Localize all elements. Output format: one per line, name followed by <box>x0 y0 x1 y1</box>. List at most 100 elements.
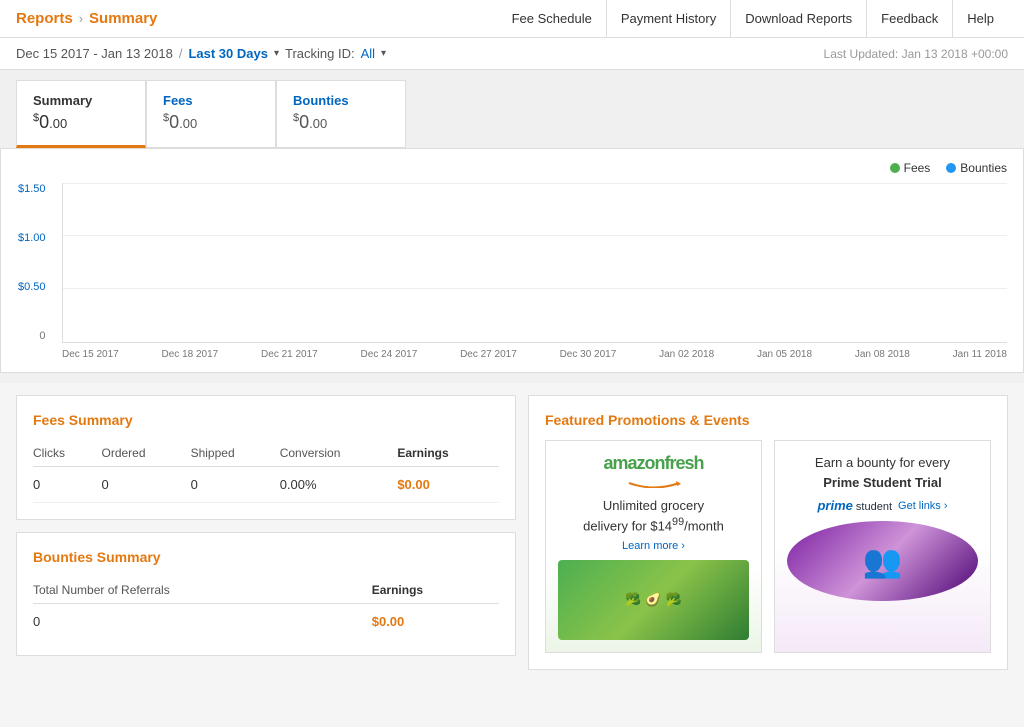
summary-cents: .00 <box>49 116 67 131</box>
summary-card-fees-label: Fees <box>163 93 259 108</box>
y-label-0: 0 <box>18 330 52 342</box>
amazonfresh-learn-more[interactable]: Learn more › <box>622 540 685 552</box>
fees-cents: .00 <box>179 116 197 131</box>
summary-whole: 0 <box>39 112 49 132</box>
x-label-7: Jan 05 2018 <box>757 349 812 360</box>
bounties-whole: 0 <box>299 112 309 132</box>
tracking-dropdown-arrow[interactable]: ▾ <box>381 48 386 59</box>
help-link[interactable]: Help <box>952 0 1008 38</box>
legend-bounties: Bounties <box>946 161 1007 175</box>
cell-referrals: 0 <box>33 604 372 640</box>
fees-summary-title: Fees Summary <box>33 412 499 428</box>
y-label-150: $1.50 <box>18 183 52 195</box>
bounties-summary-title: Bounties Summary <box>33 549 499 565</box>
date-dropdown-arrow[interactable]: ▾ <box>274 48 279 59</box>
chart-y-axis: $1.50 $1.00 $0.50 0 <box>18 183 52 342</box>
summary-card-summary-value: $0.00 <box>33 112 129 133</box>
feedback-link[interactable]: Feedback <box>866 0 952 38</box>
filter-bar: Dec 15 2017 - Jan 13 2018 / Last 30 Days… <box>0 38 1024 70</box>
people-icon: 👥 <box>863 542 903 580</box>
x-label-5: Dec 30 2017 <box>560 349 617 360</box>
summary-card-summary[interactable]: Summary $0.00 <box>16 80 146 148</box>
x-label-1: Dec 18 2017 <box>162 349 219 360</box>
bounties-legend-label: Bounties <box>960 161 1007 175</box>
cell-earnings: $0.00 <box>397 467 499 503</box>
left-panel: Fees Summary Clicks Ordered Shipped Conv… <box>16 395 516 670</box>
bounties-legend-dot <box>946 163 956 173</box>
prime-student-logo: prime student <box>817 498 892 513</box>
cell-ordered: 0 <box>101 467 190 503</box>
download-reports-link[interactable]: Download Reports <box>730 0 866 38</box>
cell-clicks: 0 <box>33 467 101 503</box>
summary-cards: Summary $0.00 Fees $0.00 Bounties $0.00 <box>16 80 1008 148</box>
x-label-8: Jan 08 2018 <box>855 349 910 360</box>
fee-schedule-link[interactable]: Fee Schedule <box>498 0 606 38</box>
chart-svg <box>63 183 1007 342</box>
summary-card-bounties-value: $0.00 <box>293 112 389 133</box>
x-label-3: Dec 24 2017 <box>361 349 418 360</box>
prime-line2: Prime Student Trial <box>823 475 941 490</box>
summary-card-bounties[interactable]: Bounties $0.00 <box>276 80 406 148</box>
col-bounties-earnings: Earnings <box>372 577 499 604</box>
legend-fees: Fees <box>890 161 931 175</box>
tracking-id-label: Tracking ID: <box>285 46 355 61</box>
col-earnings: Earnings <box>397 440 499 467</box>
featured-title: Featured Promotions & Events <box>545 412 991 428</box>
payment-history-link[interactable]: Payment History <box>606 0 730 38</box>
chart-x-axis: Dec 15 2017 Dec 18 2017 Dec 21 2017 Dec … <box>62 349 1007 360</box>
fees-data-row: 0 0 0 0.00% $0.00 <box>33 467 499 503</box>
fees-legend-dot <box>890 163 900 173</box>
cell-shipped: 0 <box>191 467 280 503</box>
main-content: Fees Summary Clicks Ordered Shipped Conv… <box>0 383 1024 682</box>
promo-amazonfresh: amazonfresh Unlimited grocerydelivery fo… <box>545 440 762 653</box>
prime-student-logo-area: prime student Get links › <box>817 498 947 513</box>
bounties-cents: .00 <box>309 116 327 131</box>
amazonfresh-image: 🥦 🥑 🥦 <box>558 560 749 640</box>
summary-card-bounties-label: Bounties <box>293 93 389 108</box>
avocado-icon: 🥑 <box>645 592 661 608</box>
veggie-icon-2: 🥦 <box>666 592 682 608</box>
amazonfresh-smile-svg <box>624 478 684 488</box>
bounties-table: Total Number of Referrals Earnings 0 $0.… <box>33 577 499 639</box>
breadcrumb-summary: Summary <box>89 10 157 27</box>
summary-card-fees[interactable]: Fees $0.00 <box>146 80 276 148</box>
promo-prime-student: Earn a bounty for every Prime Student Tr… <box>774 440 991 653</box>
summary-card-fees-value: $0.00 <box>163 112 259 133</box>
featured-promotions-card: Featured Promotions & Events amazonfresh <box>528 395 1008 670</box>
last-30-days-filter[interactable]: Last 30 Days <box>188 46 268 61</box>
x-label-6: Jan 02 2018 <box>659 349 714 360</box>
section-divider <box>0 373 1024 383</box>
prime-line1: Earn a bounty for every <box>815 455 950 470</box>
x-label-0: Dec 15 2017 <box>62 349 119 360</box>
fees-legend-label: Fees <box>904 161 931 175</box>
col-referrals: Total Number of Referrals <box>33 577 372 604</box>
top-nav: Reports › Summary Fee Schedule Payment H… <box>0 0 1024 38</box>
filter-left: Dec 15 2017 - Jan 13 2018 / Last 30 Days… <box>16 46 386 61</box>
breadcrumb-arrow: › <box>79 11 83 26</box>
last-updated: Last Updated: Jan 13 2018 +00:00 <box>824 47 1008 61</box>
gridline-100 <box>63 235 1007 236</box>
col-clicks: Clicks <box>33 440 101 467</box>
bounties-data-row: 0 $0.00 <box>33 604 499 640</box>
get-links[interactable]: Get links › <box>898 500 948 512</box>
col-shipped: Shipped <box>191 440 280 467</box>
fees-whole: 0 <box>169 112 179 132</box>
tracking-id-value[interactable]: All <box>361 46 375 61</box>
bounties-summary-card: Bounties Summary Total Number of Referra… <box>16 532 516 656</box>
promos-grid: amazonfresh Unlimited grocerydelivery fo… <box>545 440 991 653</box>
summary-card-summary-label: Summary <box>33 93 129 108</box>
col-ordered: Ordered <box>101 440 190 467</box>
prime-bounty-text: Earn a bounty for every Prime Student Tr… <box>815 453 950 492</box>
gridline-150 <box>63 183 1007 184</box>
date-range: Dec 15 2017 - Jan 13 2018 <box>16 46 173 61</box>
veggie-icon-1: 🥦 <box>625 592 641 608</box>
x-label-9: Jan 11 2018 <box>953 349 1007 360</box>
cell-conversion: 0.00% <box>280 467 398 503</box>
chart-area: $1.50 $1.00 $0.50 0 <box>62 183 1007 343</box>
amazonfresh-promo-text: Unlimited grocerydelivery for $1499/mont… <box>583 497 724 536</box>
chart-legend: Fees Bounties <box>17 161 1007 175</box>
x-label-2: Dec 21 2017 <box>261 349 318 360</box>
breadcrumb-reports[interactable]: Reports <box>16 10 73 27</box>
gridline-050 <box>63 288 1007 289</box>
slash: / <box>179 46 183 61</box>
